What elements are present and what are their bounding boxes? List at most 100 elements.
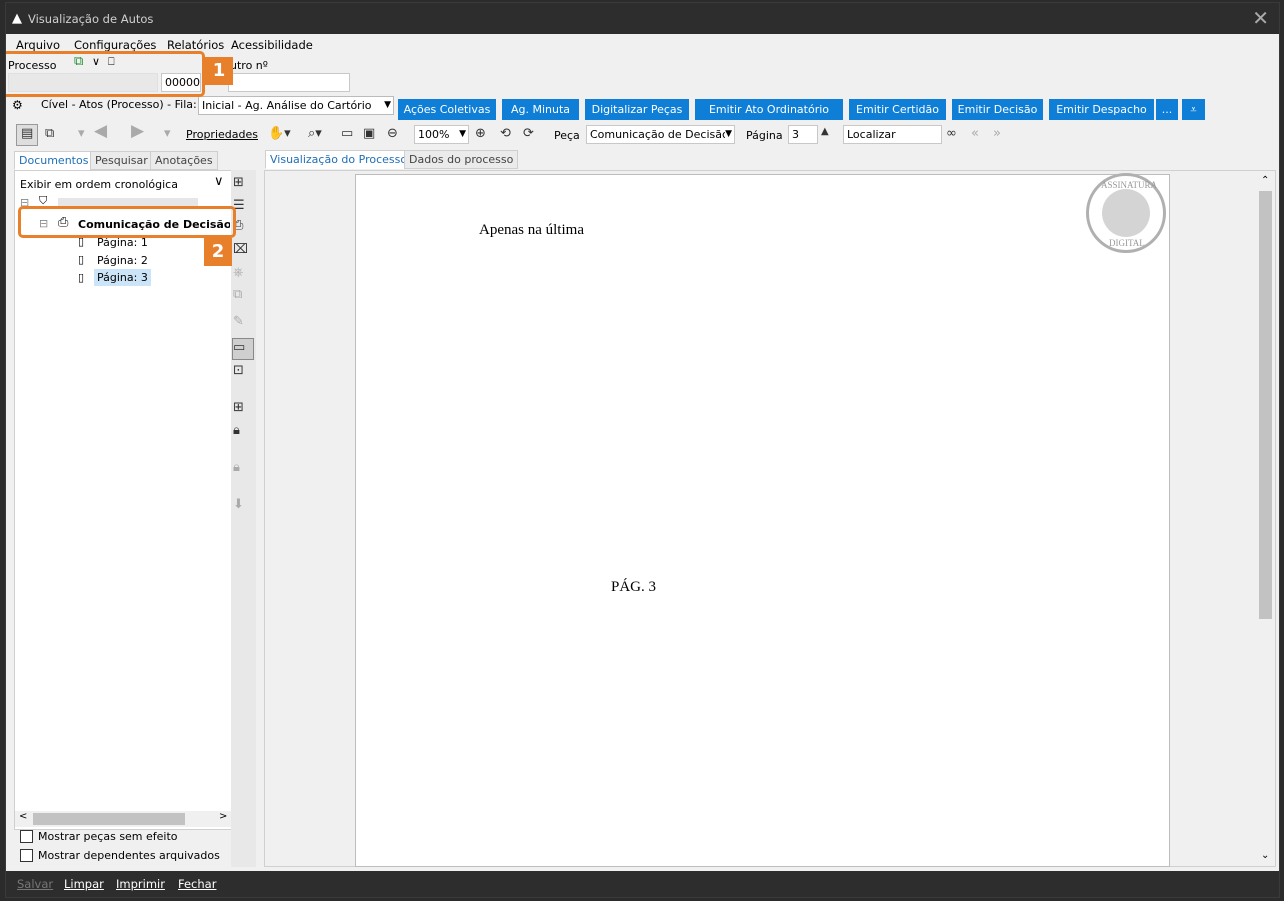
outro-numero-label: utro nº xyxy=(230,59,268,72)
forward-dropdown-icon[interactable]: ▾ xyxy=(164,126,171,141)
zoom-dropdown-icon: ▼ xyxy=(459,129,466,139)
localizar-input[interactable]: Localizar xyxy=(843,125,942,144)
peca-select[interactable]: Comunicação de Decisãc ▼ xyxy=(586,125,735,144)
download-icon[interactable]: ⬇ xyxy=(233,497,244,512)
scroll-up-icon[interactable]: ⌃ xyxy=(1261,175,1269,186)
mostrar-dependentes-label: Mostrar dependentes arquivados xyxy=(38,849,220,862)
emitir-ato-ordinatorio-button[interactable]: Emitir Ato Ordinatório xyxy=(695,99,843,120)
tab-visualizacao[interactable]: Visualização do Processo xyxy=(265,150,413,169)
tab-dados-processo[interactable]: Dados do processo xyxy=(404,150,519,169)
pagina-input[interactable]: 3 xyxy=(788,125,818,144)
fit-page-icon[interactable]: ▣ xyxy=(363,126,375,141)
prev-result-icon[interactable]: « xyxy=(971,126,979,141)
scroll-down-icon[interactable]: ⌄ xyxy=(1261,850,1269,861)
order-dropdown-icon[interactable]: ∨ xyxy=(214,174,224,189)
document-text-page: PÁG. 3 xyxy=(611,579,657,595)
window-title: Visualização de Autos xyxy=(28,12,154,26)
zoom-value: 100% xyxy=(418,128,450,141)
mostrar-dependentes-checkbox[interactable] xyxy=(20,849,33,862)
back-dropdown-icon[interactable]: ▾ xyxy=(78,126,85,141)
collapse-actions-icon[interactable]: ⩡ xyxy=(1182,99,1205,120)
duplicate-icon[interactable]: ⧉ xyxy=(233,287,242,302)
forward-arrow-icon[interactable]: ▶ xyxy=(131,121,144,141)
digitalizar-pecas-button[interactable]: Digitalizar Peças xyxy=(585,99,689,120)
emitir-certidao-button[interactable]: Emitir Certidão xyxy=(849,99,946,120)
callout-box-1 xyxy=(6,51,205,97)
page-icon: ▯ xyxy=(78,253,85,266)
fila-select[interactable]: Inicial - Ag. Análise do Cartório ▼ xyxy=(198,96,394,115)
menu-arquivo[interactable]: Arquivo xyxy=(16,38,60,52)
tree-page-item-selected[interactable]: Página: 3 xyxy=(94,269,151,286)
remove-doc-icon[interactable]: ⌧ xyxy=(233,242,248,257)
peca-label: Peça xyxy=(554,129,580,142)
document-page xyxy=(355,174,1170,867)
tree-page-item[interactable]: Página: 2 xyxy=(97,254,148,267)
lock-icon[interactable]: 🔒︎ xyxy=(233,423,240,438)
page-icon: ▯ xyxy=(78,271,85,284)
digital-signature-stamp: ASSINATURA DIGITAL xyxy=(1086,173,1166,253)
zoom-out-icon[interactable]: ⊖ xyxy=(387,126,398,141)
acoes-coletivas-button[interactable]: Ações Coletivas xyxy=(398,99,496,120)
zoom-select[interactable]: 100% ▼ xyxy=(414,125,469,144)
peca-dropdown-icon: ▼ xyxy=(725,126,732,143)
add-page-icon[interactable]: ⊞ xyxy=(233,400,244,415)
mostrar-pecas-label: Mostrar peças sem efeito xyxy=(38,830,178,843)
pagina-label: Página xyxy=(746,129,783,142)
outro-numero-field[interactable] xyxy=(228,73,350,92)
title-bar: ▲ Visualização de Autos ✕ xyxy=(6,3,1279,34)
emitir-decisao-button[interactable]: Emitir Decisão xyxy=(952,99,1043,120)
zoom-tool-icon[interactable]: ⌕▾ xyxy=(308,126,322,141)
more-actions-button[interactable]: ... xyxy=(1156,99,1178,120)
callout-box-2 xyxy=(18,206,236,238)
scroll-right-icon[interactable]: > xyxy=(219,811,227,822)
document-text-top: Apenas na última xyxy=(479,222,584,238)
close-icon[interactable]: ✕ xyxy=(1252,6,1269,30)
stamp-seal xyxy=(1102,189,1150,237)
footer-bar: Salvar Limpar Imprimir Fechar xyxy=(6,871,1279,897)
next-result-icon[interactable]: » xyxy=(993,126,1001,141)
fit-width-icon[interactable]: ▭ xyxy=(341,126,353,141)
stamp-text-top: ASSINATURA xyxy=(1101,180,1158,190)
emitir-despacho-button[interactable]: Emitir Despacho xyxy=(1049,99,1154,120)
peca-value: Comunicação de Decisãc xyxy=(590,128,729,141)
copy-icon[interactable]: ⧉ xyxy=(45,126,54,141)
limpar-button[interactable]: Limpar xyxy=(64,877,104,891)
fila-select-value: Inicial - Ag. Análise do Cartório xyxy=(202,99,372,112)
callout-badge-2: 2 xyxy=(204,238,232,266)
tab-pesquisar[interactable]: Pesquisar xyxy=(90,151,153,170)
note-icon[interactable]: ▭ xyxy=(233,340,245,355)
tag-icon[interactable]: ⊡ xyxy=(233,363,244,378)
salvar-button[interactable]: Salvar xyxy=(17,877,53,891)
page-stepper-icon[interactable]: ▲ xyxy=(821,126,829,137)
queue-icon: ⚙ xyxy=(12,98,23,112)
ag-minuta-button[interactable]: Ag. Minuta xyxy=(502,99,579,120)
hand-tool-icon[interactable]: ✋▾ xyxy=(268,126,291,141)
main-window: ▲ Visualização de Autos ✕ Arquivo Config… xyxy=(5,2,1280,898)
scroll-left-icon[interactable]: < xyxy=(19,811,27,822)
back-arrow-icon[interactable]: ◀ xyxy=(94,121,107,141)
order-select[interactable]: Exibir em ordem cronológica xyxy=(20,178,178,191)
menu-relatorios[interactable]: Relatórios xyxy=(167,38,224,52)
vertical-scroll-thumb[interactable] xyxy=(1259,191,1272,619)
unlock-icon[interactable]: 🔒︎ xyxy=(233,460,240,475)
stamp-icon[interactable]: ⎈ xyxy=(233,265,243,280)
rotate-left-icon[interactable]: ⟲ xyxy=(500,126,511,141)
fila-label: Cível - Atos (Processo) - Fila: xyxy=(41,98,197,111)
menu-configuracoes[interactable]: Configurações xyxy=(74,38,156,52)
binoculars-icon[interactable]: ∞ xyxy=(946,126,957,141)
tab-documentos[interactable]: Documentos xyxy=(14,151,94,170)
tree-view-icon[interactable]: ⊞ xyxy=(233,175,244,190)
edit-doc-icon[interactable]: ✎ xyxy=(233,314,244,329)
fechar-button[interactable]: Fechar xyxy=(178,877,216,891)
tab-anotacoes[interactable]: Anotações xyxy=(150,151,218,170)
callout-badge-1: 1 xyxy=(205,57,233,85)
zoom-in-icon[interactable]: ⊕ xyxy=(475,126,486,141)
mostrar-pecas-checkbox[interactable] xyxy=(20,830,33,843)
menu-acessibilidade[interactable]: Acessibilidade xyxy=(231,38,313,52)
horizontal-scroll-thumb[interactable] xyxy=(33,813,185,825)
panel-icon: ▤ xyxy=(21,126,34,141)
rotate-right-icon[interactable]: ⟳ xyxy=(523,126,534,141)
propriedades-button[interactable]: Propriedades xyxy=(186,128,258,141)
stamp-text-bottom: DIGITAL xyxy=(1109,238,1145,248)
imprimir-button[interactable]: Imprimir xyxy=(116,877,165,891)
